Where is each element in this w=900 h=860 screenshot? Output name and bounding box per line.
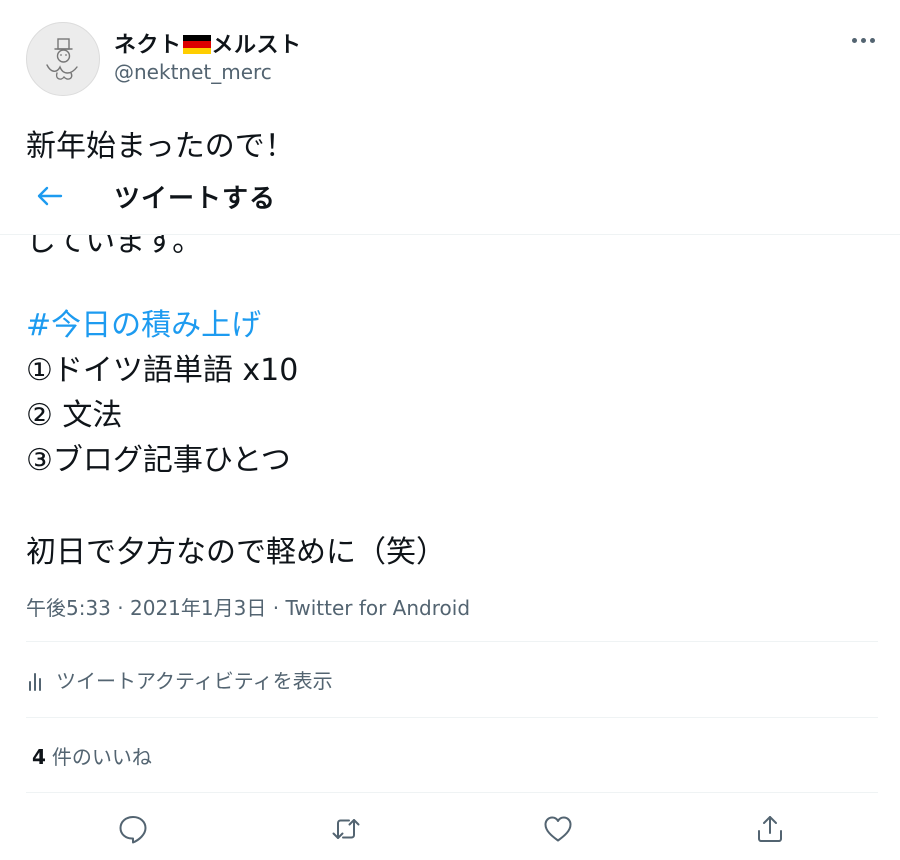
tweet-text-line: 初日で夕方なので軽めに（笑） — [26, 535, 446, 570]
divider — [26, 717, 878, 718]
analytics-bars-icon — [29, 673, 41, 691]
divider — [26, 792, 878, 793]
user-handle[interactable]: @nektnet_merc — [114, 60, 272, 84]
germany-flag-icon — [182, 35, 211, 54]
heart-icon — [544, 816, 572, 842]
likes-count-link[interactable]: 4 件のいいね — [32, 741, 152, 770]
tweet-text-partial: しています。 — [26, 235, 203, 255]
tweet-metadata: 午後5:33 · 2021年1月3日 · Twitter for Android — [26, 592, 470, 621]
more-dot — [861, 38, 866, 43]
back-button[interactable] — [30, 176, 70, 216]
display-name-part2: メルスト — [211, 33, 302, 58]
tweet-activity-link[interactable]: ツイートアクティビティを表示 — [26, 665, 333, 694]
likes-label: 件のいいね — [51, 745, 152, 769]
share-icon — [758, 816, 782, 842]
avatar-drawing-icon — [46, 38, 78, 80]
share-button[interactable] — [753, 812, 787, 846]
display-name-part1: ネクト — [114, 33, 182, 58]
retweet-icon — [332, 819, 360, 839]
retweet-button[interactable] — [329, 812, 363, 846]
more-horizontal-icon — [852, 38, 857, 43]
reply-bubble-icon — [119, 816, 147, 844]
tweet-source-link[interactable]: Twitter for Android — [285, 596, 470, 620]
divider — [26, 641, 878, 642]
reply-button[interactable] — [116, 812, 150, 846]
avatar[interactable] — [26, 22, 100, 96]
like-button[interactable] — [541, 812, 575, 846]
more-dot — [870, 38, 875, 43]
likes-count: 4 — [32, 745, 46, 769]
display-name[interactable]: ネクト メルスト — [114, 27, 302, 59]
tweet-text-partial-wrap: しています。 — [0, 235, 900, 255]
tweet-header: ネクト メルスト @nektnet_merc — [0, 0, 900, 110]
more-options-button[interactable] — [848, 28, 880, 52]
tweet-time-link[interactable]: 午後5:33 — [26, 596, 111, 620]
tweet-list-item: ② 文法 — [26, 398, 123, 433]
sticky-tweet-header: ツイートする — [0, 162, 900, 235]
tweet-date-link[interactable]: 2021年1月3日 — [130, 596, 266, 620]
tweet-text-line: 新年始まったので！ — [26, 129, 295, 164]
page-title: ツイートする — [114, 184, 277, 214]
arrow-left-icon — [37, 186, 63, 206]
tweet-list-item: ③ブログ記事ひとつ — [26, 443, 291, 478]
meta-separator: · — [117, 596, 124, 620]
tweet-activity-label: ツイートアクティビティを表示 — [56, 669, 333, 693]
hashtag-link[interactable]: #今日の積み上げ — [26, 300, 261, 344]
tweet-list-item: ①ドイツ語単語 x10 — [26, 353, 299, 388]
meta-separator: · — [272, 596, 280, 620]
